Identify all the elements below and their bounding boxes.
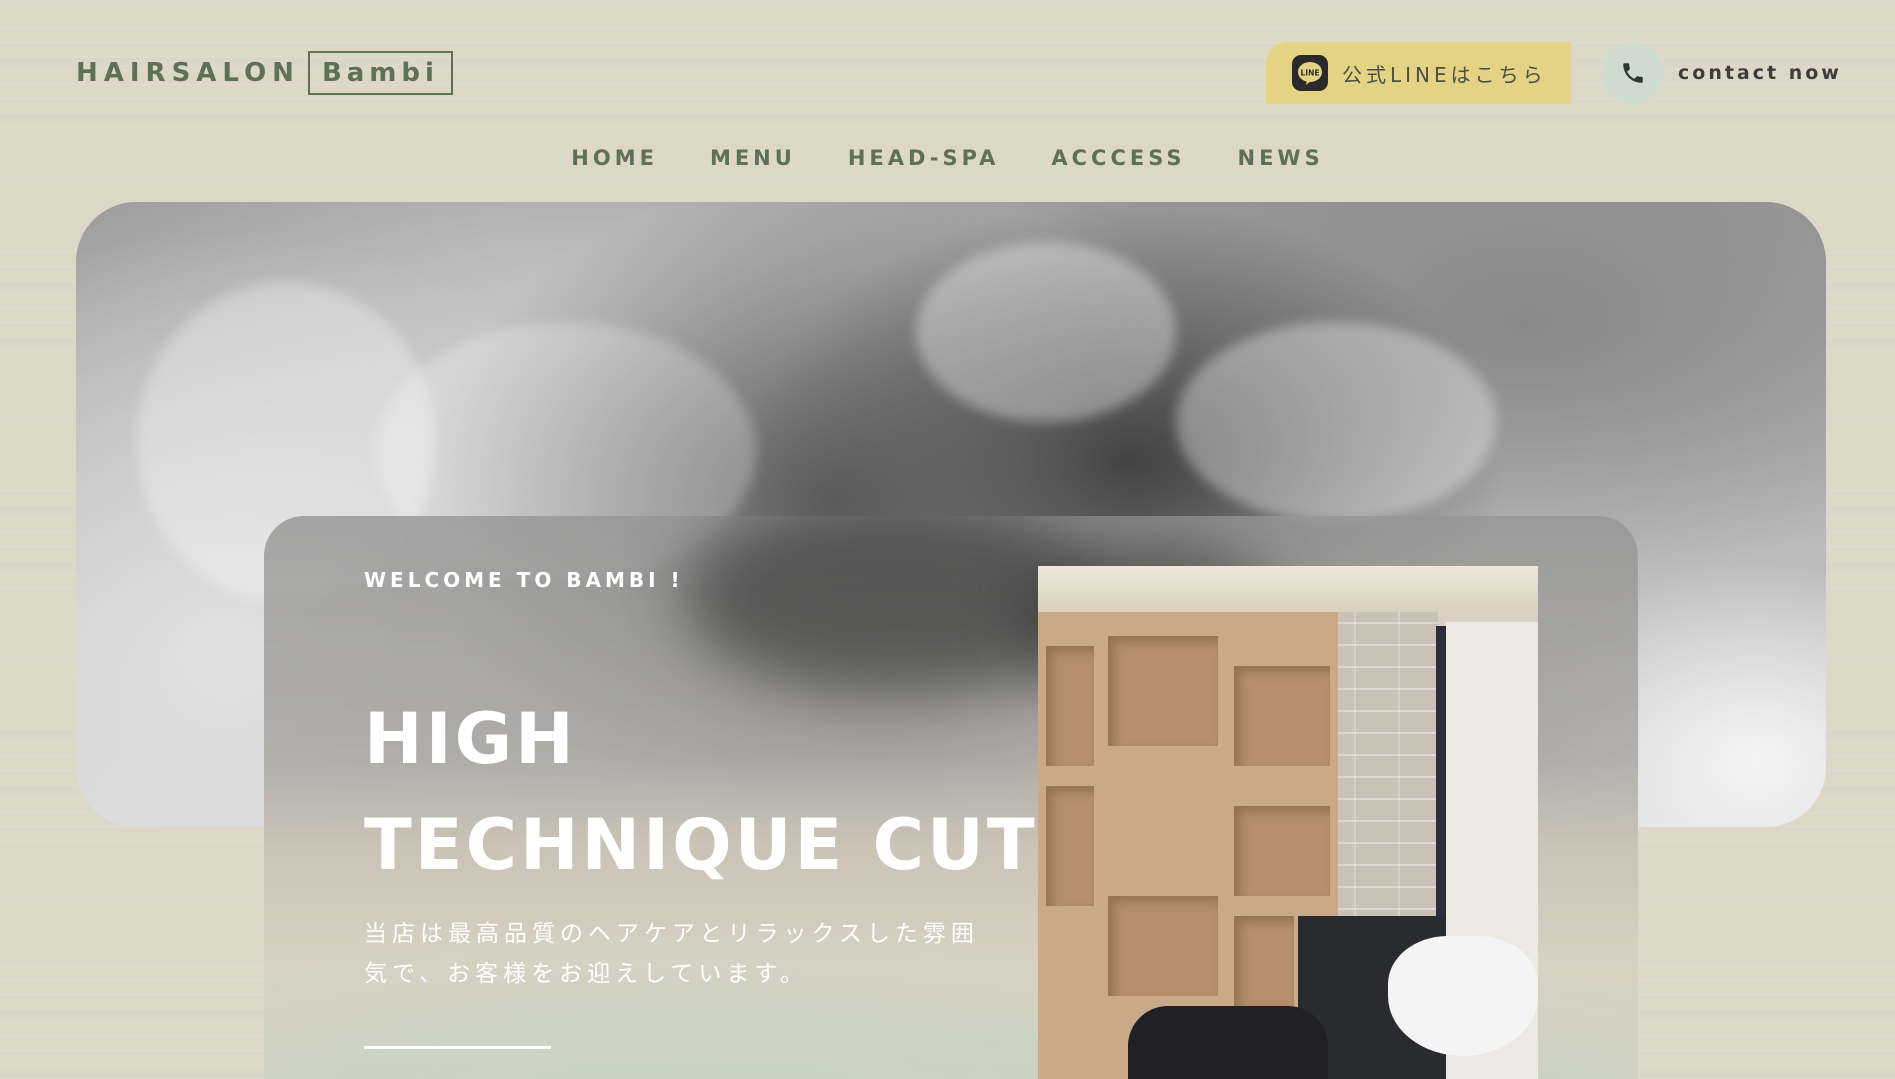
nav-item-news[interactable]: NEWS: [1238, 146, 1324, 170]
nav-item-access[interactable]: ACCCESS: [1051, 146, 1185, 170]
divider-line: [364, 1046, 551, 1049]
salon-interior-photo: [1038, 566, 1538, 1079]
main-nav: HOME MENU HEAD-SPA ACCCESS NEWS: [0, 146, 1895, 170]
site-logo[interactable]: HAIRSALON Bambi: [76, 51, 453, 95]
official-line-button[interactable]: LINE 公式LINEはこちら: [1266, 42, 1571, 104]
logo-box-text: Bambi: [307, 51, 453, 95]
headline-line-2: TECHNIQUE CUT: [364, 804, 1038, 886]
line-app-icon: LINE: [1292, 55, 1328, 91]
line-button-label: 公式LINEはこちら: [1342, 62, 1547, 87]
nav-item-head-spa[interactable]: HEAD-SPA: [848, 146, 1000, 170]
contact-label: contact now: [1678, 62, 1842, 84]
hero-description: 当店は最高品質のヘアケアとリラックスした雰囲気で、お客様をお迎えしています。: [364, 921, 979, 987]
headline-line-1: HIGH: [364, 698, 577, 780]
line-icon-text: LINE: [1301, 69, 1320, 78]
welcome-eyebrow: WELCOME TO BAMBI !: [364, 568, 684, 592]
nav-item-home[interactable]: HOME: [571, 146, 658, 170]
phone-icon: [1602, 42, 1664, 104]
logo-text: HAIRSALON: [76, 58, 300, 88]
hero-headline: HIGH TECHNIQUE CUT: [364, 686, 1038, 898]
contact-now-link[interactable]: contact now: [1602, 42, 1842, 104]
nav-item-menu[interactable]: MENU: [710, 146, 796, 170]
